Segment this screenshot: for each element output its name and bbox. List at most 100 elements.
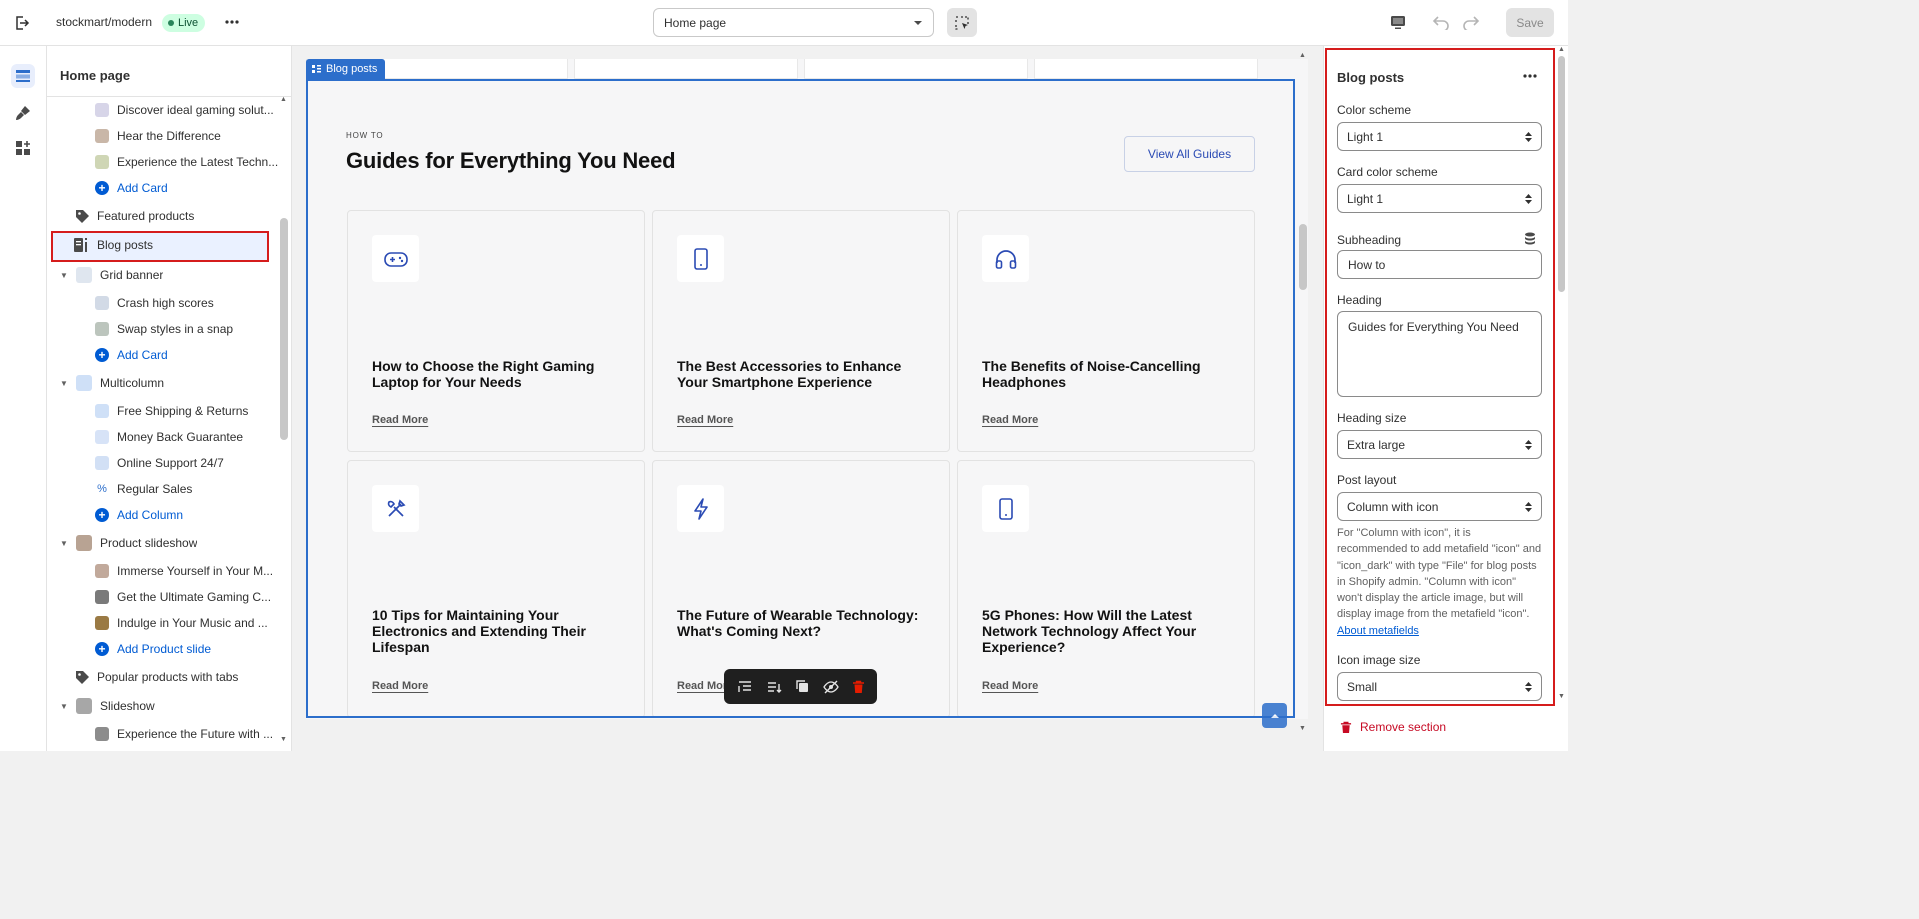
blog-post-card[interactable]: 10 Tips for Maintaining Your Electronics…: [347, 460, 645, 718]
blog-post-title[interactable]: The Best Accessories to Enhance Your Sma…: [677, 358, 929, 390]
move-down-icon[interactable]: [766, 680, 782, 694]
blog-post-title[interactable]: The Future of Wearable Technology: What'…: [677, 607, 929, 639]
chevron-down-icon[interactable]: ▼: [60, 539, 70, 548]
settings-scroll-thumb[interactable]: [1558, 56, 1565, 292]
card-color-scheme-select[interactable]: Light 1: [1337, 184, 1542, 213]
settings-scrollbar[interactable]: ▲ ▼: [1556, 46, 1568, 706]
blog-post-card[interactable]: The Best Accessories to Enhance Your Sma…: [652, 210, 950, 452]
arrow-up-icon: [1270, 713, 1280, 719]
tree-item-label: Immerse Yourself in Your M...: [117, 564, 274, 578]
previous-section-edge: [306, 59, 1308, 79]
canvas-scroll-thumb[interactable]: [1299, 224, 1307, 290]
chevron-down-icon[interactable]: ▼: [60, 271, 70, 280]
tree-item-label: Online Support 24/7: [117, 456, 224, 470]
blog-post-card[interactable]: 5G Phones: How Will the Latest Network T…: [957, 460, 1255, 718]
read-more-link[interactable]: Read More: [982, 414, 1038, 426]
scroll-to-top-button[interactable]: [1262, 703, 1287, 728]
hide-eye-icon[interactable]: [822, 680, 839, 694]
theme-settings-brush-icon[interactable]: [11, 101, 35, 125]
heading-size-select[interactable]: Extra large: [1337, 430, 1542, 459]
tree-section-item[interactable]: Featured products: [74, 203, 306, 229]
duplicate-icon[interactable]: [795, 679, 810, 694]
inspector-select-icon[interactable]: [947, 8, 977, 37]
blog-post-title[interactable]: How to Choose the Right Gaming Laptop fo…: [372, 358, 624, 390]
tree-item-label: Experience the Latest Techn...: [117, 155, 279, 169]
tree-item-label: Hear the Difference: [117, 129, 221, 143]
subheading-input[interactable]: How to: [1337, 250, 1542, 279]
delete-icon[interactable]: [852, 680, 865, 694]
sidebar-scroll-thumb[interactable]: [280, 218, 288, 440]
headphones-icon: [982, 235, 1029, 282]
left-rail: [0, 46, 47, 751]
chevron-down-icon[interactable]: ▼: [60, 702, 70, 711]
tree-item-label: Add Card: [117, 348, 168, 362]
about-metafields-link[interactable]: About metafields: [1337, 625, 1419, 637]
tools-icon: [372, 485, 419, 532]
redo-icon[interactable]: [1460, 12, 1482, 32]
section-type-icon: [76, 698, 92, 714]
sidebar-scrollbar[interactable]: ▲ ▼: [279, 96, 289, 746]
heading-textarea[interactable]: Guides for Everything You Need: [1337, 311, 1542, 397]
desktop-preview-icon[interactable]: [1388, 12, 1408, 32]
tree-item-label: Money Back Guarantee: [117, 430, 244, 444]
read-more-link[interactable]: Read More: [372, 680, 428, 692]
color-scheme-select[interactable]: Light 1: [1337, 122, 1542, 151]
section-floating-toolbar: [724, 669, 877, 704]
blog-post-card[interactable]: The Benefits of Noise-Cancelling Headpho…: [957, 210, 1255, 452]
tree-section-item[interactable]: ▼ Product slideshow: [60, 530, 292, 556]
blog-post-title[interactable]: 10 Tips for Maintaining Your Electronics…: [372, 607, 624, 655]
smartphone-icon: [677, 235, 724, 282]
page-selector[interactable]: Home page: [653, 8, 934, 37]
icon-image-size-select[interactable]: Small: [1337, 672, 1542, 701]
scroll-down-arrow-icon[interactable]: ▼: [1299, 725, 1306, 732]
blog-post-title[interactable]: The Benefits of Noise-Cancelling Headpho…: [982, 358, 1234, 390]
remove-section-label: Remove section: [1360, 720, 1447, 734]
read-more-link[interactable]: Read More: [982, 680, 1038, 692]
gamepad-icon: [372, 235, 419, 282]
selection-tag[interactable]: Blog posts: [306, 59, 386, 79]
more-options-icon[interactable]: [222, 12, 242, 32]
scroll-up-arrow-icon[interactable]: ▲: [1299, 52, 1306, 59]
blog-post-card[interactable]: How to Choose the Right Gaming Laptop fo…: [347, 210, 645, 452]
scroll-down-arrow-icon[interactable]: ▼: [280, 736, 287, 743]
read-more-link[interactable]: Read More: [372, 414, 428, 426]
remove-section-button[interactable]: Remove section: [1340, 720, 1446, 734]
move-up-icon[interactable]: [737, 680, 753, 694]
save-button[interactable]: Save: [1506, 8, 1554, 37]
app-embeds-icon[interactable]: [11, 136, 35, 160]
page-selector-value: Home page: [664, 15, 727, 30]
block-thumbnail-icon: [95, 727, 109, 741]
sections-icon[interactable]: [11, 64, 35, 88]
scroll-up-arrow-icon[interactable]: ▲: [1558, 46, 1565, 53]
tree-item-label: Get the Ultimate Gaming C...: [117, 590, 272, 604]
lightning-icon: [677, 485, 724, 532]
select-arrows-icon: [1525, 439, 1532, 450]
blog-post-title[interactable]: 5G Phones: How Will the Latest Network T…: [982, 607, 1234, 655]
read-more-link[interactable]: Read More: [677, 414, 733, 426]
tree-section-item[interactable]: Blog posts: [74, 232, 306, 258]
card-color-scheme-label: Card color scheme: [1337, 165, 1438, 179]
select-arrows-icon: [1525, 193, 1532, 204]
scroll-down-arrow-icon[interactable]: ▼: [1558, 693, 1565, 700]
plus-circle-icon: +: [95, 642, 109, 656]
trash-icon: [1340, 721, 1352, 734]
tree-item-label: Add Column: [117, 508, 184, 522]
tag-icon: [74, 669, 90, 685]
live-badge-label: Live: [178, 17, 199, 29]
tree-section-item[interactable]: ▼ Grid banner: [60, 262, 292, 288]
dynamic-source-database-icon[interactable]: [1522, 231, 1538, 245]
settings-more-icon[interactable]: [1520, 69, 1540, 83]
chevron-down-icon[interactable]: ▼: [60, 379, 70, 388]
tree-section-item[interactable]: ▼ Slideshow: [60, 693, 292, 719]
tree-section-item[interactable]: Popular products with tabs: [74, 664, 306, 690]
canvas-scrollbar[interactable]: ▲ ▼: [1296, 46, 1310, 751]
tree-section-item[interactable]: ▼ Multicolumn: [60, 370, 292, 396]
scroll-up-arrow-icon[interactable]: ▲: [280, 96, 287, 103]
tree-item-label: Popular products with tabs: [97, 670, 239, 684]
tree-item-label: Add Product slide: [117, 642, 212, 656]
view-all-guides-button[interactable]: View All Guides: [1124, 136, 1255, 172]
undo-icon[interactable]: [1430, 12, 1452, 32]
post-layout-select[interactable]: Column with icon: [1337, 492, 1542, 521]
sidebar-title: Home page: [60, 68, 131, 83]
exit-icon[interactable]: [12, 13, 32, 33]
